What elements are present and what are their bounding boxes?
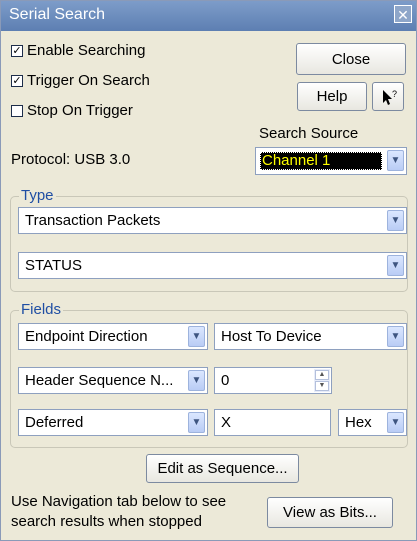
enable-searching-label: Enable Searching bbox=[27, 42, 146, 59]
chevron-down-icon[interactable]: ▼ bbox=[387, 210, 404, 231]
navigation-hint-line1: Use Navigation tab below to see bbox=[11, 493, 227, 510]
search-source-value: Channel 1 bbox=[262, 152, 331, 169]
svg-text:?: ? bbox=[392, 89, 397, 99]
navigation-hint-line2: search results when stopped bbox=[11, 513, 202, 530]
deferred-value-input[interactable]: X bbox=[214, 409, 331, 436]
chevron-down-icon[interactable]: ▼ bbox=[188, 370, 205, 391]
stop-on-trigger-checkbox[interactable]: Stop On Trigger bbox=[11, 102, 133, 119]
endpoint-direction-value: Endpoint Direction bbox=[25, 328, 148, 345]
context-help-icon[interactable]: ? bbox=[372, 82, 404, 111]
direction-value: Host To Device bbox=[221, 328, 322, 345]
format-value: Hex bbox=[345, 414, 372, 431]
packet-type-dropdown[interactable]: Transaction Packets ▼ bbox=[18, 207, 407, 234]
chevron-down-icon[interactable]: ▼ bbox=[387, 150, 404, 171]
chevron-down-icon[interactable]: ▼ bbox=[387, 255, 404, 276]
type-group-label: Type bbox=[19, 187, 56, 204]
help-button[interactable]: Help bbox=[297, 82, 367, 111]
title-bar: Serial Search ✕ bbox=[1, 1, 416, 31]
packet-type-value: Transaction Packets bbox=[25, 212, 161, 229]
protocol-label: Protocol: USB 3.0 bbox=[11, 151, 131, 168]
fields-group-label: Fields bbox=[19, 301, 64, 318]
stop-on-trigger-label: Stop On Trigger bbox=[27, 102, 133, 119]
edit-as-sequence-button[interactable]: Edit as Sequence... bbox=[146, 454, 299, 483]
spin-down-icon[interactable]: ▼ bbox=[315, 381, 329, 391]
status-value: STATUS bbox=[25, 257, 82, 274]
direction-value-dropdown[interactable]: Host To Device ▼ bbox=[214, 323, 407, 350]
arrow-question-icon: ? bbox=[383, 89, 397, 105]
checkbox-trigger-box[interactable]: ✓ bbox=[11, 74, 23, 87]
enable-searching-checkbox[interactable]: ✓ Enable Searching bbox=[11, 42, 145, 59]
chevron-down-icon[interactable]: ▼ bbox=[188, 326, 205, 347]
search-source-dropdown[interactable]: Channel 1 ▼ bbox=[255, 147, 407, 175]
chevron-down-icon[interactable]: ▼ bbox=[387, 412, 404, 433]
status-dropdown[interactable]: STATUS ▼ bbox=[18, 252, 407, 279]
header-value: 0 bbox=[221, 372, 230, 389]
close-button[interactable]: Close bbox=[296, 43, 406, 75]
checkbox-stop-box[interactable] bbox=[11, 104, 23, 117]
checkbox-enable-box[interactable]: ✓ bbox=[11, 44, 23, 57]
trigger-on-search-checkbox[interactable]: ✓ Trigger On Search bbox=[11, 72, 150, 89]
spin-buttons[interactable]: ▲ ▼ bbox=[314, 369, 330, 392]
spin-up-icon[interactable]: ▲ bbox=[315, 370, 329, 380]
chevron-down-icon[interactable]: ▼ bbox=[188, 412, 205, 433]
format-dropdown[interactable]: Hex ▼ bbox=[338, 409, 407, 436]
trigger-on-search-label: Trigger On Search bbox=[27, 72, 150, 89]
close-window-icon[interactable]: ✕ bbox=[394, 5, 412, 23]
serial-search-dialog: Serial Search ✕ ✓ Enable Searching ✓ Tri… bbox=[0, 0, 417, 541]
deferred-dropdown[interactable]: Deferred ▼ bbox=[18, 409, 208, 436]
window-title: Serial Search bbox=[9, 6, 106, 23]
endpoint-direction-dropdown[interactable]: Endpoint Direction ▼ bbox=[18, 323, 208, 350]
chevron-down-icon[interactable]: ▼ bbox=[387, 326, 404, 347]
deferred-input-value: X bbox=[221, 414, 232, 431]
search-source-label: Search Source bbox=[259, 125, 359, 142]
view-as-bits-button[interactable]: View as Bits... bbox=[267, 497, 393, 528]
header-sequence-spinbox[interactable]: 0 ▲ ▼ bbox=[214, 367, 332, 394]
header-sequence-dropdown[interactable]: Header Sequence N... ▼ bbox=[18, 367, 208, 394]
deferred-value: Deferred bbox=[25, 414, 84, 431]
header-sequence-value: Header Sequence N... bbox=[25, 372, 174, 389]
